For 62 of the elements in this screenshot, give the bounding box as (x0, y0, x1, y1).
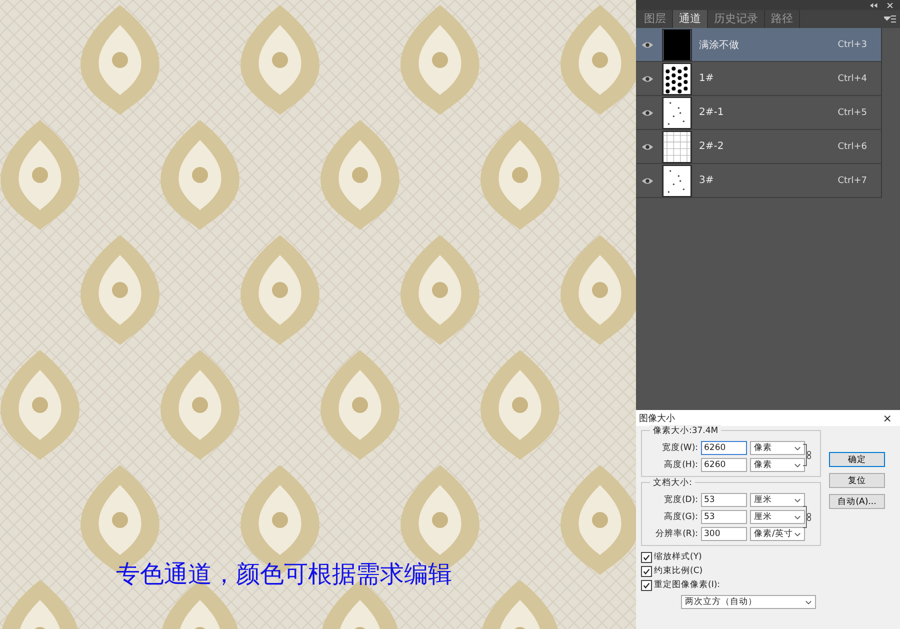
unit-dropdown[interactable]: 像素/英寸 (750, 527, 805, 541)
dialog-title: 图像大小 (639, 412, 675, 424)
channel-row[interactable]: 2#-2 Ctrl+6 (636, 130, 881, 164)
shortcut-text: Ctrl+5 (838, 108, 867, 118)
field-label: 高度(H): (663, 459, 698, 471)
caret-icon (794, 515, 801, 520)
caret-icon (805, 600, 812, 605)
channel-name: 满涂不做 (699, 38, 740, 52)
caret-icon (794, 446, 801, 451)
eye-icon[interactable] (641, 108, 654, 118)
channel-row[interactable]: 1# Ctrl+4 (636, 62, 881, 96)
link-bracket-icon (802, 443, 812, 467)
checkbox[interactable] (641, 552, 652, 562)
input-field[interactable]: 6260 (701, 458, 747, 472)
caption-text: 专色通道，颜色可根据需求编辑 (116, 559, 452, 590)
shortcut-text: Ctrl+6 (838, 142, 867, 152)
close-icon[interactable] (886, 2, 894, 8)
resample-dropdown[interactable]: 两次立方（自动） (681, 595, 816, 609)
shortcut-text: Ctrl+3 (838, 40, 867, 50)
field-label: 分辨率(R): (654, 528, 698, 540)
channel-name: 2#-1 (699, 107, 725, 118)
input-field[interactable]: 6260 (701, 441, 747, 455)
channel-name: 1# (699, 73, 715, 84)
unit-dropdown[interactable]: 像素 (750, 458, 805, 472)
unit-dropdown[interactable]: 像素 (750, 441, 805, 455)
menu-icon[interactable] (884, 15, 896, 23)
caret-icon (794, 498, 801, 503)
dialog-button[interactable]: 自动(A)... (829, 494, 885, 509)
panel-tab[interactable]: 通道 (673, 10, 708, 28)
shortcut-text: Ctrl+7 (838, 176, 867, 186)
input-field[interactable]: 53 (701, 493, 747, 507)
checkbox-option[interactable]: 重定图像像素(I): (641, 579, 821, 591)
checkbox[interactable] (641, 580, 652, 590)
close-icon[interactable]: × (882, 412, 892, 424)
field-label: 宽度(W): (661, 442, 698, 454)
channel-name: 2#-2 (699, 141, 725, 152)
dialog-button[interactable]: 确定 (829, 452, 885, 467)
unit-dropdown[interactable]: 厘米 (750, 510, 805, 524)
checkbox-option[interactable]: 缩放样式(Y) (641, 551, 821, 563)
dialog-button[interactable]: 复位 (829, 473, 885, 488)
eye-icon[interactable] (641, 176, 654, 186)
input-field[interactable]: 300 (701, 527, 747, 541)
link-bracket-icon (802, 505, 812, 529)
field-label: 宽度(D): (662, 494, 698, 506)
group-legend: 像素大小:37.4M (650, 425, 722, 437)
checkbox-option[interactable]: 约束比例(C) (641, 565, 821, 577)
group-legend: 文档大小: (650, 477, 695, 489)
field-label: 高度(G): (662, 511, 698, 523)
channel-row[interactable]: 3# Ctrl+7 (636, 164, 881, 198)
eye-icon[interactable] (641, 74, 654, 84)
unit-dropdown[interactable]: 厘米 (750, 493, 805, 507)
eye-icon[interactable] (641, 142, 654, 152)
caret-icon (794, 532, 801, 537)
eye-icon[interactable] (641, 40, 654, 50)
channel-row[interactable]: 2#-1 Ctrl+5 (636, 96, 881, 130)
shortcut-text: Ctrl+4 (838, 74, 867, 84)
collapse-icon[interactable] (870, 2, 878, 8)
caret-icon (794, 463, 801, 468)
input-field[interactable]: 53 (701, 510, 747, 524)
checkbox[interactable] (641, 566, 652, 576)
channel-name: 3# (699, 175, 715, 186)
channel-row[interactable]: 满涂不做 Ctrl+3 (636, 28, 881, 62)
